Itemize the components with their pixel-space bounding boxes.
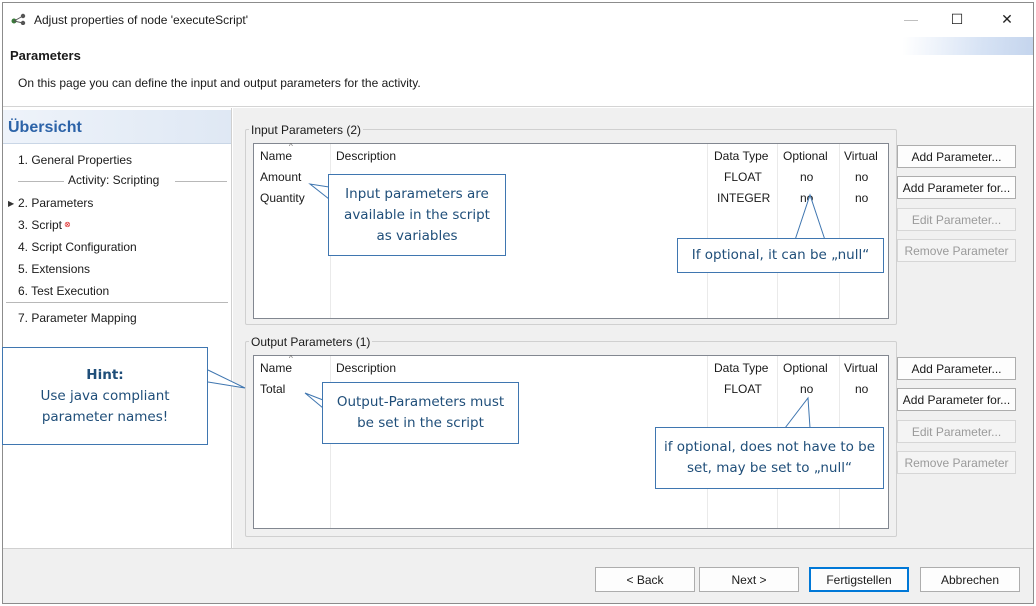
nav-item-parameters[interactable]: 2. Parameters (18, 196, 93, 210)
column-header-description[interactable]: Description (336, 361, 396, 375)
workflow-node-icon (11, 13, 26, 25)
nav-item-script[interactable]: 3. Script ⊗ (18, 218, 71, 232)
maximize-button[interactable]: ☐ (935, 6, 979, 32)
column-header-optional[interactable]: Optional (783, 361, 828, 375)
table-row-name[interactable]: Quantity (260, 191, 305, 205)
next-button[interactable]: Next > (699, 567, 799, 592)
nav-item-extensions[interactable]: 5. Extensions (18, 262, 90, 276)
table-row-name[interactable]: Total (260, 382, 285, 396)
nav-item-general-properties[interactable]: 1. General Properties (18, 153, 132, 167)
chevron-right-icon: ▶ (8, 199, 15, 208)
maximize-icon: ☐ (950, 10, 964, 27)
remove-output-parameter-button[interactable]: Remove Parameter (897, 451, 1016, 474)
nav-item-script-label: 3. Script (18, 218, 63, 232)
table-row-virtual: no (855, 382, 869, 396)
table-row-type: FLOAT (724, 382, 762, 396)
hint-body: Use java compliant parameter names! (40, 387, 170, 425)
close-icon: ✕ (1001, 10, 1013, 27)
table-row-optional: no (800, 170, 814, 184)
nav-item-parameter-mapping[interactable]: 7. Parameter Mapping (18, 311, 137, 325)
callout-input-variables: Input parameters are available in the sc… (328, 174, 506, 256)
table-row-type: INTEGER (717, 191, 771, 205)
column-header-virtual[interactable]: Virtual (844, 361, 878, 375)
edit-input-parameter-button[interactable]: Edit Parameter... (897, 208, 1016, 231)
column-header-name[interactable]: Name (260, 361, 292, 375)
overview-nav: Übersicht 1. General Properties Activity… (3, 108, 232, 548)
remove-input-parameter-button[interactable]: Remove Parameter (897, 239, 1016, 262)
cancel-button[interactable]: Abbrechen (920, 567, 1020, 592)
column-header-optional[interactable]: Optional (783, 149, 828, 163)
error-icon: ⊗ (64, 220, 71, 229)
nav-separator (6, 302, 228, 303)
output-parameters-legend: Output Parameters (1) (249, 335, 373, 349)
add-output-parameter-button[interactable]: Add Parameter... (897, 357, 1016, 380)
add-input-parameter-button[interactable]: Add Parameter... (897, 145, 1016, 168)
callout-output-must-set: Output-Parameters must be set in the scr… (322, 382, 519, 444)
column-header-name[interactable]: Name (260, 149, 292, 163)
column-header-virtual[interactable]: Virtual (844, 149, 878, 163)
nav-item-script-configuration[interactable]: 4. Script Configuration (18, 240, 137, 254)
table-row-name[interactable]: Amount (260, 170, 301, 184)
table-row-optional: no (800, 191, 814, 205)
page-header: Parameters On this page you can define t… (3, 35, 1033, 107)
nav-heading: Übersicht (3, 110, 231, 144)
page-description: On this page you can define the input an… (18, 76, 421, 90)
button-bar: < Back Next > Fertigstellen Abbrechen (3, 548, 1033, 603)
column-header-data-type[interactable]: Data Type (714, 361, 768, 375)
column-header-data-type[interactable]: Data Type (714, 149, 768, 163)
hint-title: Hint: (86, 366, 124, 383)
callout-optional-output: if optional, does not have to be set, ma… (655, 427, 884, 489)
add-output-parameter-for-button[interactable]: Add Parameter for... (897, 388, 1016, 411)
table-row-type: FLOAT (724, 170, 762, 184)
table-row-optional: no (800, 382, 814, 396)
edit-output-parameter-button[interactable]: Edit Parameter... (897, 420, 1016, 443)
nav-group-activity-scripting: Activity: Scripting (18, 172, 228, 188)
window-title: Adjust properties of node 'executeScript… (34, 13, 249, 27)
back-button[interactable]: < Back (595, 567, 695, 592)
finish-button[interactable]: Fertigstellen (809, 567, 909, 592)
callout-optional-null: If optional, it can be „null“ (677, 238, 884, 273)
header-decoration (903, 37, 1033, 55)
column-header-description[interactable]: Description (336, 149, 396, 163)
input-parameters-legend: Input Parameters (2) (249, 123, 364, 137)
dialog-window: Adjust properties of node 'executeScript… (2, 2, 1034, 604)
table-row-virtual: no (855, 191, 869, 205)
table-row-virtual: no (855, 170, 869, 184)
minimize-button[interactable]: — (889, 6, 933, 32)
page-title: Parameters (10, 48, 81, 63)
callout-hint: Hint: Use java compliant parameter names… (2, 347, 208, 445)
close-button[interactable]: ✕ (985, 6, 1029, 32)
minimize-icon: — (904, 11, 918, 27)
nav-item-test-execution[interactable]: 6. Test Execution (18, 284, 109, 298)
add-input-parameter-for-button[interactable]: Add Parameter for... (897, 176, 1016, 199)
title-bar: Adjust properties of node 'executeScript… (3, 3, 1033, 35)
